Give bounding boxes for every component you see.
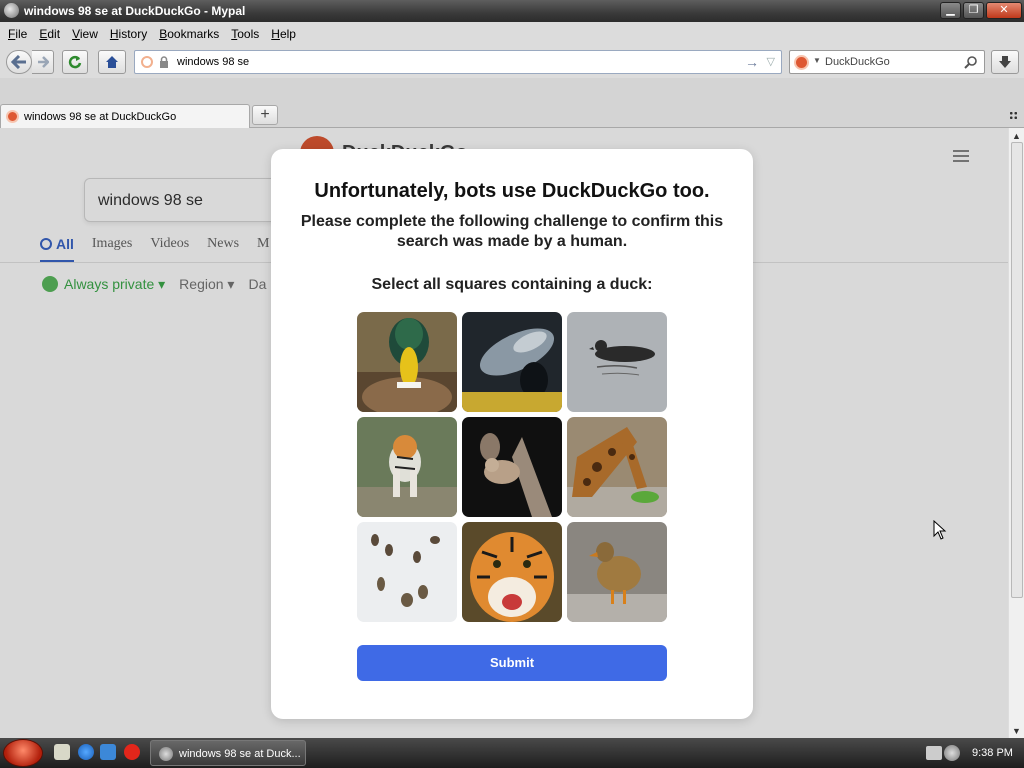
duckduckgo-tab-icon [6, 110, 19, 123]
new-tab-button[interactable]: + [252, 105, 278, 125]
tray-volume-icon[interactable] [944, 745, 960, 761]
image-tile-mallard-duck[interactable] [357, 312, 457, 412]
tab-title: windows 98 se at DuckDuckGo [24, 111, 177, 123]
window-title: windows 98 se at DuckDuckGo - Mypal [24, 4, 246, 18]
image-tile-ducks-in-snow[interactable] [357, 522, 457, 622]
download-arrow-icon [999, 56, 1011, 68]
menu-file[interactable]: File [2, 27, 33, 41]
fish-image [462, 312, 562, 412]
url-text: windows 98 se [177, 56, 250, 68]
mouse-cursor-icon [933, 520, 947, 540]
menu-tools[interactable]: Tools [225, 27, 265, 41]
forward-arrow-icon [37, 56, 49, 68]
duckduckgo-engine-icon[interactable] [794, 55, 809, 70]
search-placeholder: DuckDuckGo [825, 56, 890, 68]
giraffe-image [567, 417, 667, 517]
challenge-heading: Unfortunately, bots use DuckDuckGo too. [314, 180, 710, 202]
tab-list-icon[interactable] [1009, 111, 1018, 120]
menu-history[interactable]: History [104, 27, 153, 41]
taskbar: windows 98 se at Duck... 9:38 PM [0, 738, 1024, 768]
back-arrow-icon [11, 55, 26, 69]
engine-dropdown-icon[interactable]: ▼ [813, 56, 821, 65]
menu-bar: File Edit View History Bookmarks Tools H… [0, 22, 1024, 46]
home-icon [106, 56, 118, 68]
url-dropdown-icon[interactable]: ▽ [767, 55, 775, 68]
menu-view[interactable]: View [66, 27, 104, 41]
image-tile-giraffe[interactable] [567, 417, 667, 517]
image-tile-tiger-face[interactable] [462, 522, 562, 622]
maximize-button[interactable]: ❐ [963, 2, 984, 19]
search-bar[interactable]: ▼ DuckDuckGo [789, 50, 985, 74]
image-tile-duck-on-water[interactable] [567, 312, 667, 412]
minimize-button[interactable]: ▁ [940, 2, 961, 19]
clock[interactable]: 9:38 PM [972, 747, 1013, 759]
downloads-button[interactable] [991, 50, 1019, 74]
menu-help[interactable]: Help [265, 27, 302, 41]
system-tray: 9:38 PM [922, 738, 1024, 768]
page-content: DuckDuckGo windows 98 se All Images Vide… [0, 128, 1008, 738]
title-bar: windows 98 se at DuckDuckGo - Mypal ▁ ❐ … [0, 0, 1024, 22]
back-button[interactable] [6, 50, 32, 74]
menu-bookmarks[interactable]: Bookmarks [153, 27, 225, 41]
image-tile-standing-duck[interactable] [567, 522, 667, 622]
quicklaunch-notepad-icon[interactable] [54, 744, 70, 760]
image-tile-squirrel[interactable] [462, 417, 562, 517]
taskbar-window-label: windows 98 se at Duck... [179, 748, 301, 760]
mallard-duck-image [357, 312, 457, 412]
navigation-toolbar: windows 98 se → ▽ ▼ DuckDuckGo [0, 46, 1024, 78]
bot-challenge-dialog: Unfortunately, bots use DuckDuckGo too. … [271, 149, 753, 719]
duck-on-water-image [567, 312, 667, 412]
tiger-image [357, 417, 457, 517]
address-bar[interactable]: windows 98 se → ▽ [134, 50, 782, 74]
menu-edit[interactable]: Edit [33, 27, 66, 41]
home-button[interactable] [98, 50, 126, 74]
challenge-subheading: Please complete the following challenge … [300, 213, 724, 250]
taskbar-window-button[interactable]: windows 98 se at Duck... [150, 740, 306, 766]
close-button[interactable]: ✕ [986, 2, 1022, 19]
start-button[interactable] [3, 739, 43, 767]
reload-button[interactable] [62, 50, 88, 74]
forward-button[interactable] [32, 50, 54, 74]
quicklaunch-outlook-icon[interactable] [100, 744, 116, 760]
tray-network-icon[interactable] [926, 746, 942, 760]
image-tile-fish[interactable] [462, 312, 562, 412]
scrollbar-thumb[interactable] [1011, 142, 1023, 598]
squirrel-image [462, 417, 562, 517]
reload-icon [68, 55, 82, 69]
scroll-down-arrow-icon[interactable]: ▼ [1012, 726, 1021, 736]
ducks-in-snow-image [357, 522, 457, 622]
quicklaunch-ie-icon[interactable] [78, 744, 94, 760]
go-arrow-icon[interactable]: → [745, 54, 759, 70]
scroll-up-arrow-icon[interactable]: ▲ [1012, 131, 1021, 141]
window-controls: ▁ ❐ ✕ [940, 2, 1022, 19]
tab-duckduckgo[interactable]: windows 98 se at DuckDuckGo [0, 104, 250, 128]
vertical-scrollbar[interactable]: ▲ ▼ [1008, 128, 1024, 738]
standing-duck-image [567, 522, 667, 622]
mypal-taskbar-icon [159, 747, 173, 761]
tab-strip: windows 98 se at DuckDuckGo + [0, 78, 1024, 128]
site-favicon-icon [141, 56, 153, 68]
search-icon[interactable] [964, 55, 978, 69]
submit-button[interactable]: Submit [357, 645, 667, 681]
quicklaunch-opera-icon[interactable] [124, 744, 140, 760]
challenge-instruction: Select all squares containing a duck: [371, 276, 653, 293]
tiger-face-image [462, 522, 562, 622]
lock-icon [160, 56, 168, 68]
image-tile-tiger[interactable] [357, 417, 457, 517]
mypal-app-icon [4, 3, 19, 18]
image-grid [357, 312, 667, 622]
